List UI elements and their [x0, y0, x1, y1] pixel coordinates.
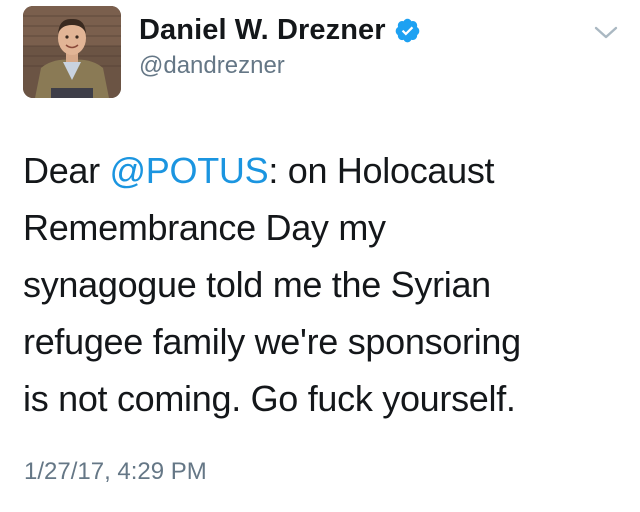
author-block: Daniel W. Drezner @dandrezner	[139, 12, 421, 80]
tweet-line-4: refugee family we're sponsoring	[23, 321, 521, 362]
tweet-text-prefix: Dear	[23, 150, 110, 191]
avatar[interactable]	[23, 6, 121, 98]
tweet-text: Dear @POTUS: on Holocaust Remembrance Da…	[23, 142, 623, 427]
mention-link[interactable]: @POTUS	[110, 150, 269, 191]
display-name[interactable]: Daniel W. Drezner	[139, 14, 386, 47]
tweet-card: Daniel W. Drezner @dandrezner Dear @POTU…	[0, 0, 640, 512]
timestamp[interactable]: 1/27/17, 4:29 PM	[24, 458, 207, 486]
tweet-menu-button[interactable]	[593, 24, 619, 42]
tweet-line-5: is not coming. Go fuck yourself.	[23, 378, 516, 419]
profile-photo-icon	[23, 6, 121, 98]
verified-badge-icon	[394, 17, 421, 44]
tweet-line-2: Remembrance Day my	[23, 207, 386, 248]
user-handle[interactable]: @dandrezner	[139, 52, 421, 80]
tweet-line-1: Dear @POTUS: on Holocaust	[23, 142, 623, 199]
chevron-down-icon	[594, 26, 618, 39]
tweet-text-suffix: : on Holocaust	[268, 150, 495, 191]
name-row: Daniel W. Drezner	[139, 12, 421, 48]
tweet-line-3: synagogue told me the Syrian	[23, 264, 491, 305]
